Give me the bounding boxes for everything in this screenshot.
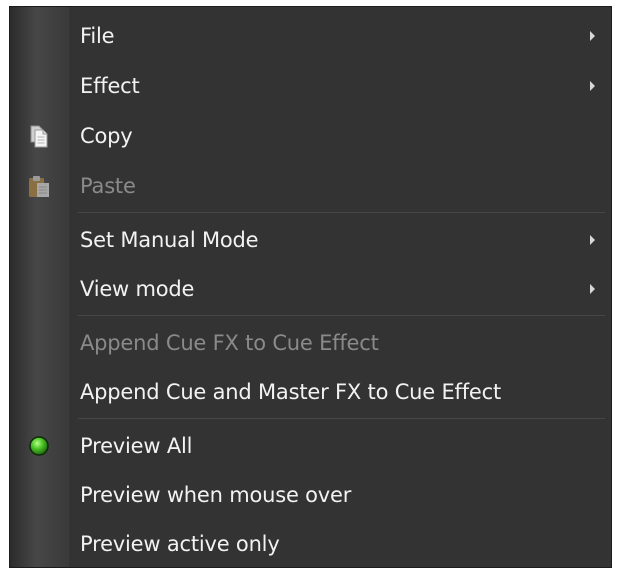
copy-icon	[30, 125, 48, 148]
menu-item-label: Copy	[80, 124, 133, 148]
submenu-arrow-icon	[590, 31, 595, 41]
menu-item-preview-mouse-over[interactable]: Preview when mouse over	[10, 472, 611, 518]
menu-separator	[78, 418, 605, 419]
menu-item-paste[interactable]: Paste	[10, 163, 611, 209]
menu-item-preview-active-only[interactable]: Preview active only	[10, 521, 611, 567]
menu-separator	[78, 212, 605, 213]
menu-item-preview-all[interactable]: Preview All	[10, 423, 611, 469]
menu-item-set-manual-mode[interactable]: Set Manual Mode	[10, 217, 611, 263]
menu-item-append-cue-master-fx[interactable]: Append Cue and Master FX to Cue Effect	[10, 369, 611, 415]
radio-selected-icon	[29, 436, 49, 456]
menu-item-label: Preview All	[80, 434, 193, 458]
menu-item-view-mode[interactable]: View mode	[10, 266, 611, 312]
menu-item-effect[interactable]: Effect	[10, 63, 611, 109]
menu-item-label: Append Cue and Master FX to Cue Effect	[80, 380, 502, 404]
submenu-arrow-icon	[590, 81, 595, 91]
menu-item-label: Preview when mouse over	[80, 483, 352, 507]
paste-icon	[29, 176, 49, 197]
menu-item-label: Effect	[80, 74, 140, 98]
submenu-arrow-icon	[590, 284, 595, 294]
submenu-arrow-icon	[590, 235, 595, 245]
menu-item-label: Set Manual Mode	[80, 228, 259, 252]
menu-item-label: View mode	[80, 277, 195, 301]
menu-item-label: Preview active only	[80, 532, 280, 556]
menu-item-label: Append Cue FX to Cue Effect	[80, 331, 379, 355]
context-menu: File Effect Copy Paste Set Manual Mode V…	[9, 6, 612, 568]
menu-separator	[78, 315, 605, 316]
menu-item-label: Paste	[80, 174, 136, 198]
menu-item-copy[interactable]: Copy	[10, 113, 611, 159]
menu-item-label: File	[80, 24, 115, 48]
menu-item-file[interactable]: File	[10, 13, 611, 59]
menu-item-append-cue-fx[interactable]: Append Cue FX to Cue Effect	[10, 320, 611, 366]
